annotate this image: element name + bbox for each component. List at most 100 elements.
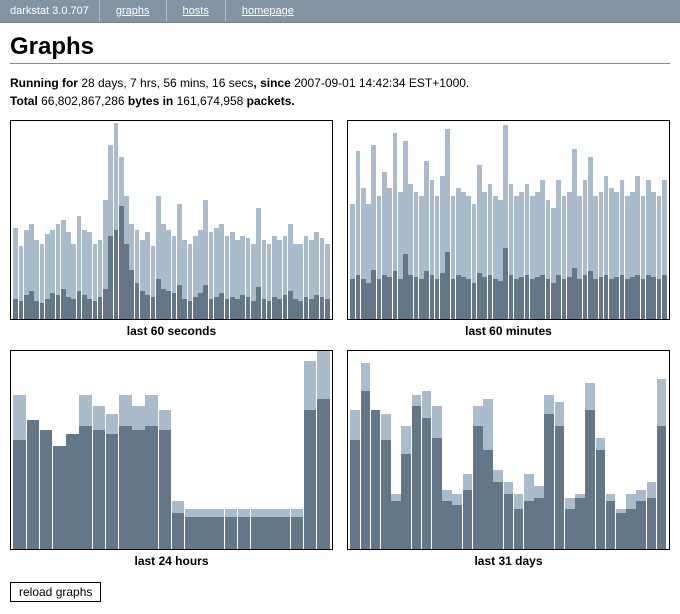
bar-dark	[93, 301, 98, 319]
bar-dark	[219, 293, 224, 319]
bar-dark	[382, 275, 387, 319]
bar-dark	[466, 279, 471, 319]
bar	[366, 121, 371, 319]
nav-link-graphs[interactable]: graphs	[100, 0, 167, 22]
bar	[50, 121, 55, 319]
bar-dark	[412, 406, 422, 549]
bar-dark	[106, 434, 119, 549]
bar-dark	[625, 279, 630, 319]
bar	[577, 121, 582, 319]
running-label: Running for	[10, 76, 78, 90]
bar-dark	[185, 517, 198, 549]
bar	[530, 121, 535, 319]
navbar: darkstat 3.0.707 graphs hosts homepage	[0, 0, 680, 23]
bar-dark	[135, 283, 140, 319]
bar-dark	[166, 291, 171, 319]
bar-dark	[293, 299, 298, 319]
bar-dark	[562, 279, 567, 319]
bar-dark	[519, 277, 524, 319]
bar	[514, 351, 524, 549]
bar-dark	[626, 509, 636, 549]
bar	[544, 351, 554, 549]
bar-dark	[456, 275, 461, 319]
bar	[77, 121, 82, 319]
bar	[230, 121, 235, 319]
bar-dark	[246, 297, 251, 319]
bar	[596, 351, 606, 549]
bar	[93, 121, 98, 319]
bar-dark	[172, 293, 177, 319]
bar-dark	[572, 268, 577, 319]
bar-dark	[320, 297, 325, 319]
bar	[519, 121, 524, 319]
bar-dark	[616, 513, 626, 549]
bar-dark	[530, 279, 535, 319]
bar	[82, 121, 87, 319]
bar	[371, 351, 381, 549]
bar	[93, 351, 106, 549]
bar-dark	[630, 277, 635, 319]
bar-dark	[588, 271, 593, 319]
bar	[140, 121, 145, 319]
reload-button[interactable]: reload graphs	[10, 582, 101, 602]
bar	[256, 121, 261, 319]
bar-dark	[140, 291, 145, 319]
bar	[412, 351, 422, 549]
bar	[466, 121, 471, 319]
bar-dark	[161, 289, 166, 319]
bar	[445, 121, 450, 319]
bar-dark	[251, 517, 264, 549]
bar-dark	[635, 275, 640, 319]
bar-dark	[556, 275, 561, 319]
bar-dark	[483, 450, 493, 549]
bar-dark	[119, 206, 124, 319]
bar	[614, 121, 619, 319]
bar	[277, 351, 290, 549]
bar-dark	[272, 297, 277, 319]
bar	[209, 121, 214, 319]
bar-dark	[463, 490, 473, 549]
bar	[477, 121, 482, 319]
bar	[87, 121, 92, 319]
bar	[135, 121, 140, 319]
bar	[320, 121, 325, 319]
bar	[45, 121, 50, 319]
bar-dark	[304, 410, 317, 549]
bar-dark	[524, 501, 534, 549]
bar	[556, 121, 561, 319]
bar-dark	[493, 279, 498, 319]
bar	[61, 121, 66, 319]
bar	[291, 351, 304, 549]
bar-dark	[214, 297, 219, 319]
bar-dark	[401, 454, 411, 549]
bar	[240, 121, 245, 319]
bar	[583, 121, 588, 319]
bar-dark	[424, 271, 429, 319]
bar-dark	[432, 438, 442, 549]
bar	[647, 351, 657, 549]
bar	[56, 121, 61, 319]
bar	[79, 351, 92, 549]
bar-dark	[534, 498, 544, 549]
bar	[616, 351, 626, 549]
bar	[435, 121, 440, 319]
bar-dark	[366, 283, 371, 319]
bar-dark	[119, 426, 132, 549]
nav-link-hosts[interactable]: hosts	[167, 0, 226, 22]
brand: darkstat 3.0.707	[0, 0, 100, 22]
bar-dark	[514, 279, 519, 319]
bar-dark	[264, 517, 277, 549]
bar	[262, 121, 267, 319]
bar	[646, 121, 651, 319]
bar-dark	[535, 277, 540, 319]
bar-dark	[151, 297, 156, 319]
bar	[635, 121, 640, 319]
total-packets: 161,674,958	[177, 94, 244, 108]
chart-3: last 31 days	[347, 350, 670, 568]
bar	[432, 351, 442, 549]
bar-dark	[53, 446, 66, 549]
bar	[424, 121, 429, 319]
bar-dark	[87, 299, 92, 319]
bar-dark	[477, 273, 482, 319]
nav-link-homepage[interactable]: homepage	[226, 0, 310, 22]
